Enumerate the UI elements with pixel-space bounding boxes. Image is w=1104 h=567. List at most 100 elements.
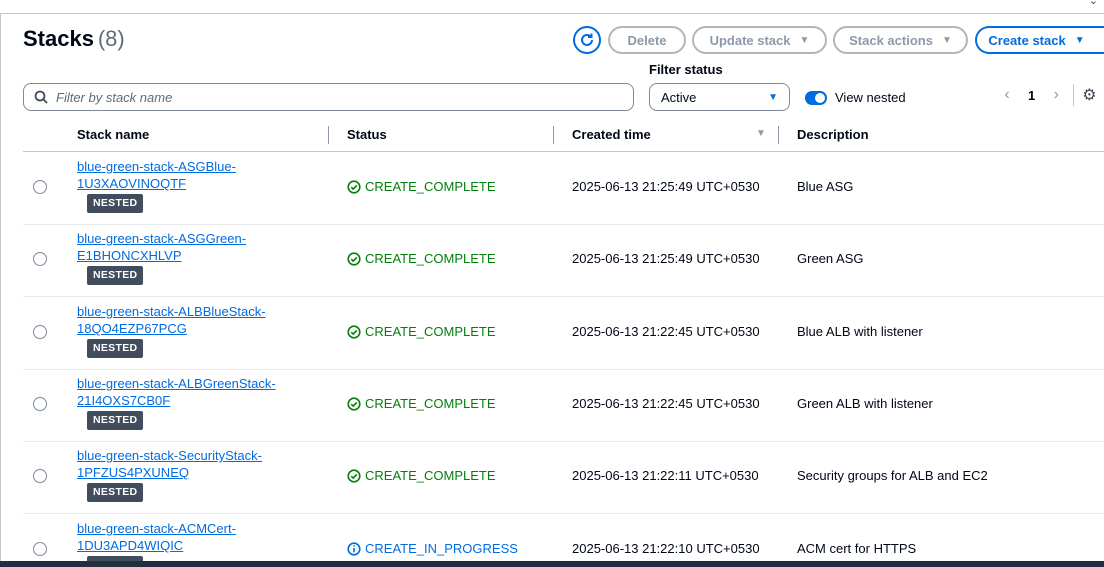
current-page[interactable]: 1: [1028, 88, 1035, 103]
description-cell: ACM cert for HTTPS: [797, 541, 917, 556]
filter-status-label: Filter status: [649, 62, 723, 77]
create-stack-label: Create stack: [988, 32, 1066, 48]
caret-down-icon: ▼: [1074, 34, 1085, 46]
row-select-radio[interactable]: [33, 252, 47, 266]
status-cell: CREATE_COMPLETE: [347, 251, 496, 266]
stack-name-cell: blue-green-stack-ASGBlue- 1U3XAOVINOQTF NE…: [77, 158, 236, 213]
search-field[interactable]: [23, 83, 634, 111]
view-nested-control[interactable]: View nested: [805, 90, 906, 105]
table-row[interactable]: blue-green-stack-ALBBlueStack- 18QO4EZP67…: [23, 298, 1104, 370]
nested-badge: NESTED: [87, 266, 144, 285]
stack-name-cell: blue-green-stack-ASGGreen- E1BHONCXHLVP NE…: [77, 230, 246, 285]
stack-name-link[interactable]: 1U3XAOVINOQTF: [77, 175, 236, 192]
update-stack-label: Update stack: [709, 32, 791, 48]
pagination: ‹ 1 › ⚙: [1000, 84, 1097, 106]
chevron-down-icon[interactable]: ⌄: [1089, 0, 1098, 7]
filter-status-value: Active: [661, 89, 697, 105]
view-nested-toggle[interactable]: [805, 90, 827, 105]
created-time-cell: 2025-06-13 21:22:45 UTC+0530: [572, 396, 760, 411]
created-time-cell: 2025-06-13 21:22:10 UTC+0530: [572, 541, 760, 556]
table-row[interactable]: blue-green-stack-ASGBlue- 1U3XAOVINOQTF NE…: [23, 153, 1104, 225]
status-text: CREATE_COMPLETE: [365, 324, 496, 339]
status-cell: CREATE_COMPLETE: [347, 468, 496, 483]
column-stack-name[interactable]: Stack name: [77, 127, 149, 142]
info-icon: [347, 541, 361, 556]
top-divider: ⌄: [0, 0, 1104, 14]
status-cell: CREATE_COMPLETE: [347, 179, 496, 194]
caret-down-icon: ▼: [768, 91, 778, 103]
stack-name-cell: blue-green-stack-ACMCert-1DU3APD4WIQICNE…: [77, 520, 236, 567]
stack-name-cell: blue-green-stack-ALBGreenStack- 21I4OXS7C…: [77, 375, 276, 430]
previous-page-icon[interactable]: ‹: [1000, 86, 1014, 104]
table-header: Stack name Status Created time ▼ Descrip…: [23, 120, 1104, 152]
page-title: Stacks: [23, 26, 94, 51]
row-select-radio[interactable]: [33, 469, 47, 483]
created-time-cell: 2025-06-13 21:22:11 UTC+0530: [572, 468, 759, 483]
stack-name-link[interactable]: 18QO4EZP67PCG: [77, 320, 266, 337]
description-cell: Security groups for ALB and EC2: [797, 468, 988, 483]
stack-name-link[interactable]: blue-green-stack-ASGBlue-: [77, 158, 236, 175]
stack-name-link[interactable]: 1DU3APD4WIQIC: [77, 537, 236, 554]
stack-name-cell: blue-green-stack-SecurityStack- 1PFZUS4PX…: [77, 447, 262, 502]
filter-status-select[interactable]: Active ▼: [649, 83, 790, 111]
bottom-bar: [0, 561, 1104, 567]
stack-name-cell: blue-green-stack-ALBBlueStack- 18QO4EZP67…: [77, 303, 266, 358]
view-nested-label: View nested: [835, 90, 906, 105]
description-cell: Green ASG: [797, 251, 864, 266]
table-row[interactable]: blue-green-stack-ACMCert-1DU3APD4WIQICNE…: [23, 515, 1104, 567]
stack-name-link[interactable]: blue-green-stack-ACMCert-: [77, 520, 236, 537]
stack-name-link[interactable]: 1PFZUS4PXUNEQ: [77, 464, 262, 481]
column-created-time[interactable]: Created time: [572, 127, 651, 142]
column-status[interactable]: Status: [347, 127, 387, 142]
column-description[interactable]: Description: [797, 127, 869, 142]
stack-name-link[interactable]: blue-green-stack-SecurityStack-: [77, 447, 262, 464]
success-icon: [347, 468, 361, 483]
sort-descending-icon[interactable]: ▼: [756, 128, 766, 139]
created-time-cell: 2025-06-13 21:25:49 UTC+0530: [572, 251, 760, 266]
row-select-radio[interactable]: [33, 397, 47, 411]
nested-badge: NESTED: [87, 339, 144, 358]
success-icon: [347, 251, 361, 266]
column-divider[interactable]: [778, 126, 779, 144]
stack-actions-button[interactable]: Stack actions ▼: [833, 26, 968, 54]
row-select-radio[interactable]: [33, 180, 47, 194]
status-cell: CREATE_COMPLETE: [347, 324, 496, 339]
refresh-button[interactable]: [573, 26, 601, 54]
stack-name-link[interactable]: blue-green-stack-ALBGreenStack-: [77, 375, 276, 392]
table-row[interactable]: blue-green-stack-ASGGreen- E1BHONCXHLVP NE…: [23, 225, 1104, 297]
delete-label: Delete: [627, 32, 667, 48]
status-cell: CREATE_IN_PROGRESS: [347, 541, 518, 556]
caret-down-icon: ▼: [941, 34, 952, 46]
stack-name-link[interactable]: E1BHONCXHLVP: [77, 247, 246, 264]
row-select-radio[interactable]: [33, 325, 47, 339]
description-cell: Blue ASG: [797, 179, 854, 194]
nested-badge: NESTED: [87, 411, 144, 430]
next-page-icon[interactable]: ›: [1049, 86, 1063, 104]
stack-name-link[interactable]: blue-green-stack-ASGGreen-: [77, 230, 246, 247]
delete-button[interactable]: Delete: [608, 26, 686, 54]
create-stack-button[interactable]: Create stack ▼: [975, 26, 1104, 54]
gear-icon[interactable]: ⚙: [1082, 85, 1096, 105]
success-icon: [347, 324, 361, 339]
left-divider: [0, 14, 1, 567]
update-stack-button[interactable]: Update stack ▼: [692, 26, 827, 54]
stack-count: (8): [97, 26, 125, 51]
refresh-icon: [581, 33, 593, 46]
search-input[interactable]: [56, 89, 616, 105]
caret-down-icon: ▼: [799, 34, 810, 46]
status-text: CREATE_COMPLETE: [365, 251, 496, 266]
stack-name-link[interactable]: 21I4OXS7CB0F: [77, 392, 276, 409]
created-time-cell: 2025-06-13 21:25:49 UTC+0530: [572, 179, 760, 194]
success-icon: [347, 396, 361, 411]
description-cell: Blue ALB with listener: [797, 324, 923, 339]
status-text: CREATE_COMPLETE: [365, 396, 496, 411]
search-icon: [34, 90, 48, 104]
column-divider[interactable]: [328, 126, 329, 144]
table-row[interactable]: blue-green-stack-SecurityStack- 1PFZUS4PX…: [23, 442, 1104, 514]
stack-name-link[interactable]: blue-green-stack-ALBBlueStack-: [77, 303, 266, 320]
pager-divider: [1073, 84, 1075, 106]
table-row[interactable]: blue-green-stack-ALBGreenStack- 21I4OXS7C…: [23, 370, 1104, 442]
stack-actions-label: Stack actions: [849, 32, 933, 48]
row-select-radio[interactable]: [33, 542, 47, 556]
column-divider[interactable]: [553, 126, 554, 144]
